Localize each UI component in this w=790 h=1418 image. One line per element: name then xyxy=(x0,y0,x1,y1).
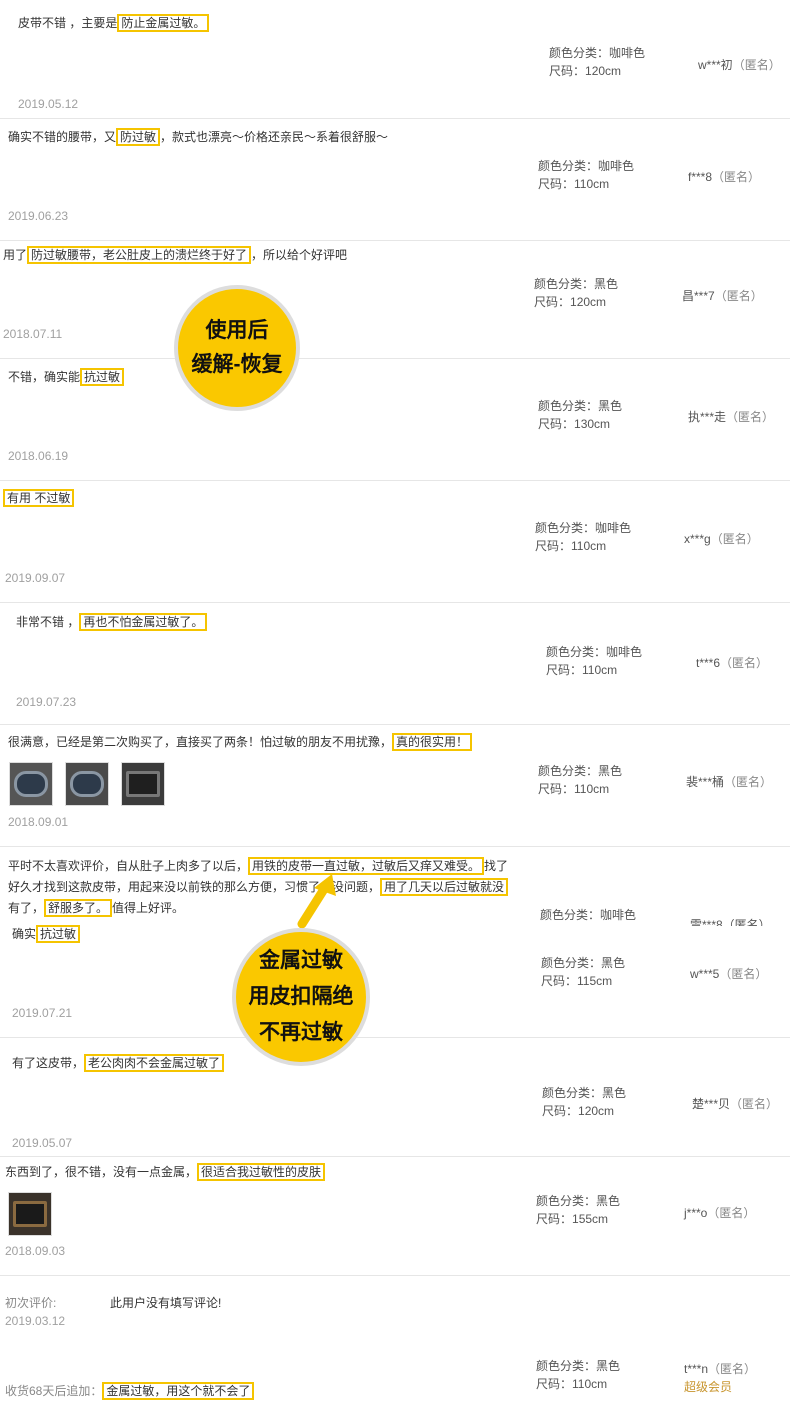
review-11-spec: 颜色分类：黑色 尺码：155cm xyxy=(536,1194,621,1226)
divider xyxy=(0,240,790,241)
review-9-text: 确实 抗过敏 xyxy=(12,925,81,943)
highlight-box: 抗过敏 xyxy=(36,925,81,943)
review-date: 2018.06.19 xyxy=(8,449,69,463)
divider xyxy=(0,1156,790,1157)
review-date: 2019.09.07 xyxy=(5,571,66,585)
review-6-spec: 颜色分类：咖啡色 尺码：110cm xyxy=(546,645,643,677)
review-3-spec: 颜色分类：黑色 尺码：120cm xyxy=(534,277,619,309)
divider xyxy=(0,1275,790,1276)
review-date: 2019.03.12 xyxy=(5,1314,66,1328)
highlight-box: 舒服多了。 xyxy=(44,899,113,917)
highlight-box: 老公肉肉不会金属过敏了 xyxy=(84,1054,225,1072)
divider xyxy=(0,846,790,847)
review-7-spec: 颜色分类：黑色 尺码：110cm xyxy=(538,764,623,796)
review-11-text: 东西到了，很不错，没有一点金属， 很适合我过敏性的皮肤 xyxy=(5,1163,326,1181)
reviewer-name[interactable]: j***o（匿名） xyxy=(684,1204,755,1221)
divider xyxy=(0,118,790,119)
review-date: 2019.05.12 xyxy=(18,97,79,111)
highlight-box: 真的很实用！ xyxy=(392,733,473,751)
review-photo-thumbnail[interactable] xyxy=(121,762,165,806)
review-date: 2018.09.01 xyxy=(8,815,69,829)
highlight-box: 用了几天以后过敏就没 xyxy=(380,878,509,896)
review-date: 2019.06.23 xyxy=(8,209,69,223)
review-date: 2018.09.03 xyxy=(5,1244,66,1258)
review-6-text: 非常不错 ，再也不怕金属过敏了。 xyxy=(16,613,208,631)
review-2-spec: 颜色分类：咖啡色 尺码：110cm xyxy=(538,159,635,191)
review-12-spec: 颜色分类：黑色 尺码：110cm xyxy=(536,1359,621,1391)
reviewer-name[interactable]: 雷***8（匿名） xyxy=(690,916,771,926)
highlight-box: 用铁的皮带一直过敏，过敏后又痒又难受。 xyxy=(248,857,485,875)
review-photo-thumbnail[interactable] xyxy=(8,1192,52,1236)
divider xyxy=(0,480,790,481)
highlight-box: 金属过敏，用这个就不会了 xyxy=(102,1382,255,1400)
first-review-label: 初次评价: xyxy=(5,1296,57,1310)
review-3-text: 用了 防过敏腰带，老公肚皮上的溃烂终于好了 ，所以给个好评吧 xyxy=(3,246,348,264)
divider xyxy=(0,1037,790,1038)
divider xyxy=(0,358,790,359)
reviewer-name[interactable]: t***n（匿名） xyxy=(684,1360,756,1377)
review-date: 2019.05.07 xyxy=(12,1136,73,1150)
highlight-box: 防过敏 xyxy=(116,128,161,146)
review-8-text: 平时不太喜欢评价，自从肚子上肉多了以后， 用铁的皮带一直过敏，过敏后又痒又难受。找… xyxy=(8,857,509,917)
review-photo-thumbnail[interactable] xyxy=(9,762,53,806)
reviewer-name[interactable]: 楚***贝（匿名） xyxy=(692,1095,778,1112)
review-4-text: 不错，确实能 抗过敏 xyxy=(8,368,125,386)
review-9-spec: 颜色分类：黑色 尺码：115cm xyxy=(541,956,626,988)
reviewer-name[interactable]: x***g（匿名） xyxy=(684,530,759,547)
review-5-spec: 颜色分类：咖啡色 尺码：110cm xyxy=(535,521,632,553)
divider xyxy=(0,724,790,725)
reviewer-name[interactable]: f***8（匿名） xyxy=(688,168,760,185)
review-date: 2018.07.11 xyxy=(3,327,63,341)
review-4-spec: 颜色分类：黑色 尺码：130cm xyxy=(538,399,623,431)
review-photo-thumbnail[interactable] xyxy=(65,762,109,806)
review-1-text: 皮带不错 ，主要是 防止金属过敏。 xyxy=(18,14,210,32)
reviewer-name[interactable]: 昌***7（匿名） xyxy=(682,287,763,304)
reviewer-name[interactable]: 裴***桶（匿名） xyxy=(686,773,772,790)
highlight-box: 抗过敏 xyxy=(80,368,125,386)
highlight-box: 有用 不过敏 xyxy=(3,489,75,507)
review-5-text: 有用 不过敏 xyxy=(3,489,75,507)
arrow-icon xyxy=(297,874,336,929)
first-review-text: 此用户没有填写评论! xyxy=(110,1296,222,1310)
divider xyxy=(0,602,790,603)
highlight-box: 防止金属过敏。 xyxy=(117,14,210,32)
reviewer-name[interactable]: w***初（匿名） xyxy=(698,56,781,73)
append-review: 收货68天后追加： 金属过敏，用这个就不会了 xyxy=(5,1382,255,1400)
reviewer-name[interactable]: w***5（匿名） xyxy=(690,965,767,982)
review-7-text: 很满意，已经是第二次购买了，直接买了两条！怕过敏的朋友不用扰豫， 真的很实用！ xyxy=(8,733,473,751)
review-10-spec: 颜色分类：黑色 尺码：120cm xyxy=(542,1086,627,1118)
badge-metal-allergy: 金属过敏 用皮扣隔绝 不再过敏 xyxy=(232,928,370,1066)
highlight-box: 再也不怕金属过敏了。 xyxy=(79,613,208,631)
review-2-text: 确实不错的腰带，又 防过敏 ，款式也漂亮～价格还亲民～系着很舒服～ xyxy=(8,128,389,146)
review-10-text: 有了这皮带， 老公肉肉不会金属过敏了 xyxy=(12,1054,225,1072)
highlight-box: 防过敏腰带，老公肚皮上的溃烂终于好了 xyxy=(27,246,252,264)
badge-relief-recovery: 使用后 缓解-恢复 xyxy=(174,285,300,411)
highlight-box: 很适合我过敏性的皮肤 xyxy=(197,1163,326,1181)
review-1-spec: 颜色分类：咖啡色 尺码：120cm xyxy=(549,46,646,78)
review-date: 2019.07.23 xyxy=(16,695,77,709)
reviewer-name[interactable]: 执***走（匿名） xyxy=(688,408,774,425)
super-member-badge: 超级会员 xyxy=(684,1380,733,1394)
review-8-spec: 颜色分类：咖啡色 xyxy=(540,908,637,922)
review-date: 2019.07.21 xyxy=(12,1006,73,1020)
reviewer-name[interactable]: t***6（匿名） xyxy=(696,654,768,671)
